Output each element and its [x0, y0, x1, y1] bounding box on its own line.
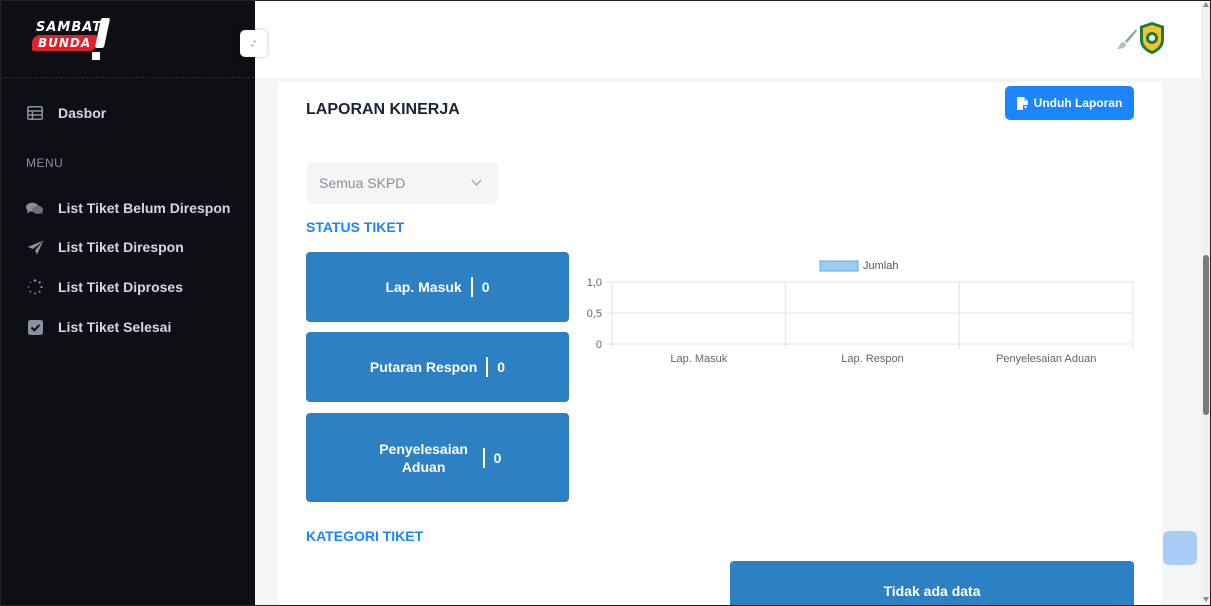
skpd-filter-value: Semua SKPD — [319, 175, 406, 191]
x-tick-label: Lap. Respon — [841, 353, 903, 365]
download-report-button[interactable]: Unduh Laporan — [1005, 86, 1134, 120]
sidebar-item-unresponded[interactable]: List Tiket Belum Direspon — [26, 197, 230, 219]
stat-divider — [486, 357, 489, 377]
no-data-message: Tidak ada data — [883, 582, 981, 599]
stat-label: Lap. Masuk — [385, 279, 462, 295]
stat-card-resolution[interactable]: Penyelesaian Aduan 0 — [306, 413, 569, 502]
logo-exclamation-dot — [92, 52, 100, 60]
x-tick-label: Lap. Masuk — [670, 353, 727, 365]
chart-legend: Jumlah — [819, 260, 898, 272]
y-tick-label: 0 — [596, 339, 602, 351]
spinner-icon — [26, 279, 44, 295]
paint-brush-icon[interactable] — [1116, 28, 1138, 50]
sidebar-divider — [0, 77, 255, 78]
checkbox-icon — [26, 319, 44, 335]
no-data-panel: Tidak ada data — [730, 561, 1134, 606]
stat-divider — [470, 277, 473, 297]
paper-plane-icon — [26, 239, 44, 255]
status-bar-chart: 0 0,5 1,0 Lap. Masuk Lap. Respon Penyelesaian… — [587, 260, 1134, 365]
category-section-title: KATEGORI TIKET — [306, 528, 424, 544]
logo-text-bottom: BUNDA — [32, 35, 98, 51]
scrollbar-thumb[interactable] — [1203, 255, 1209, 415]
stat-divider — [482, 447, 485, 468]
menu-section-label: MENU — [26, 156, 64, 170]
sidebar-item-label: List Tiket Selesai — [58, 319, 172, 335]
sidebar-item-label: List Tiket Diproses — [58, 279, 184, 295]
comments-icon — [26, 200, 44, 216]
stat-value: 0 — [493, 449, 502, 466]
page-title: LAPORAN KINERJA — [306, 101, 460, 118]
y-tick-label: 1,0 — [587, 277, 602, 289]
chevron-down-icon — [471, 175, 482, 186]
scroll-up-arrow-icon[interactable] — [1203, 2, 1209, 7]
stat-card-incoming[interactable]: Lap. Masuk 0 — [306, 252, 569, 322]
stat-label: Putaran Respon — [369, 359, 478, 375]
file-download-icon — [1016, 96, 1028, 110]
x-tick-label: Penyelesaian Aduan — [996, 353, 1096, 365]
download-report-label: Unduh Laporan — [1033, 96, 1123, 110]
sidebar-toggle-button[interactable] — [240, 30, 267, 57]
sidebar-item-completed[interactable]: List Tiket Selesai — [26, 316, 171, 338]
sidebar-item-label: Dasbor — [58, 105, 107, 121]
y-tick-label: 0,5 — [587, 308, 602, 320]
stat-value: 0 — [497, 359, 506, 375]
skpd-filter-select[interactable]: Semua SKPD — [306, 162, 498, 204]
floating-action-button[interactable] — [1163, 531, 1197, 565]
stat-card-response-rounds[interactable]: Putaran Respon 0 — [306, 332, 569, 402]
sidebar-item-label: List Tiket Belum Direspon — [58, 200, 231, 216]
logo-text-top: SAMBAT — [36, 20, 102, 35]
stat-value: 0 — [481, 279, 490, 295]
stat-label: Penyelesaian Aduan — [379, 440, 468, 475]
sidebar-item-in-process[interactable]: List Tiket Diproses — [26, 276, 183, 298]
app-logo[interactable]: SAMBAT BUNDA — [28, 16, 128, 66]
sidebar-item-dashboard[interactable]: Dasbor — [26, 102, 106, 124]
legend-label: Jumlah — [863, 260, 898, 272]
sidebar: SAMBAT BUNDA Dasbor MENU List Tiket Belu… — [0, 0, 255, 606]
scroll-down-arrow-icon[interactable] — [1203, 597, 1209, 602]
regional-emblem-icon[interactable] — [1139, 22, 1165, 54]
chart-grid — [606, 281, 1134, 349]
top-header — [255, 0, 1201, 78]
scrollbar[interactable] — [1201, 0, 1211, 606]
sidebar-item-label: List Tiket Direspon — [58, 239, 184, 255]
chart-axis: 0 0,5 1,0 Lap. Masuk Lap. Respon Penyelesaian… — [587, 277, 1097, 365]
legend-swatch — [819, 260, 859, 272]
table-icon — [26, 105, 44, 121]
sidebar-item-responded[interactable]: List Tiket Direspon — [26, 236, 184, 258]
status-section-title: STATUS TIKET — [306, 219, 405, 235]
